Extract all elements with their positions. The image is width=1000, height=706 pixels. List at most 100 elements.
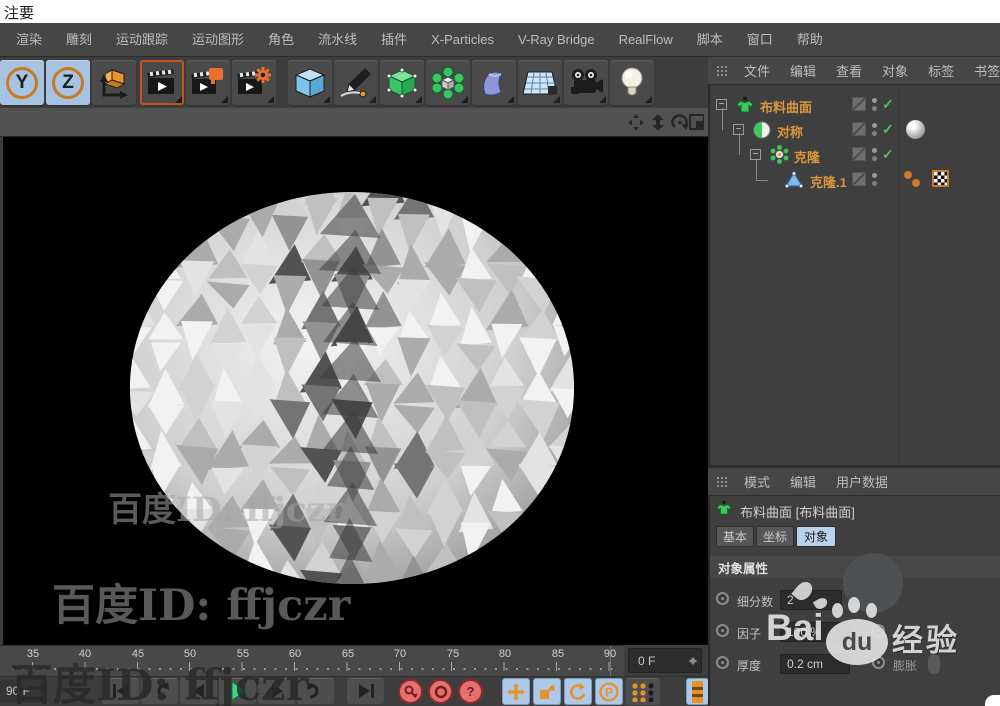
keyframe-circle[interactable] <box>716 592 729 605</box>
viewport-3d[interactable]: 百度ID: ffjczr 百度ID: ffjczr <box>3 137 708 645</box>
prev-key-button[interactable] <box>141 678 178 704</box>
keyframe-circle[interactable] <box>872 624 885 637</box>
factor-field[interactable]: 100 % <box>780 622 850 642</box>
film-options-button[interactable] <box>686 678 709 705</box>
menu-character[interactable]: 角色 <box>256 23 306 56</box>
tab-object[interactable]: 对象 <box>796 526 836 547</box>
visibility-dots[interactable] <box>872 173 877 186</box>
thickness-label: 厚度 <box>737 657 761 674</box>
visibility-dots[interactable] <box>872 148 877 161</box>
om-menu-objects[interactable]: 对象 <box>872 61 918 80</box>
subdivision-field[interactable]: 2 <box>780 590 842 610</box>
goto-start-button[interactable] <box>102 678 139 704</box>
visibility-toggle[interactable] <box>852 172 866 186</box>
cloner-object-icon <box>770 145 789 164</box>
attribute-manager-menubar: 模式 编辑 用户数据 <box>708 468 1000 496</box>
object-name[interactable]: 克隆 <box>794 147 820 166</box>
factor-label: 因子 <box>737 625 761 642</box>
prev-frame-button[interactable] <box>180 678 217 704</box>
current-frame-field[interactable]: 0 F <box>628 648 702 673</box>
visibility-toggle[interactable] <box>852 147 866 161</box>
enabled-check-icon[interactable]: ✓ <box>882 146 894 163</box>
visibility-toggle[interactable] <box>852 97 866 111</box>
om-menu-file[interactable]: 文件 <box>734 61 780 80</box>
checker-display-tag-icon[interactable] <box>932 170 949 187</box>
record-pla-button[interactable] <box>626 678 660 705</box>
menu-motion-tracking[interactable]: 运动跟踪 <box>104 23 180 56</box>
menu-vray-bridge[interactable]: V-Ray Bridge <box>506 23 607 56</box>
timeline-ruler[interactable]: 35 40 45 50 55 60 65 70 75 80 85 90 <box>0 645 624 676</box>
tick-label: 75 <box>447 648 459 660</box>
keyframe-circle[interactable] <box>716 656 729 669</box>
object-manager-menubar: 文件 编辑 查看 对象 标签 书签 <box>708 57 1000 85</box>
menubar: 渲染 雕刻 运动跟踪 运动图形 角色 流水线 插件 X-Particles V-… <box>0 23 1000 57</box>
thickness-value: 0.2 cm <box>787 657 823 671</box>
symmetry-icon <box>753 121 771 139</box>
rotation-icon <box>569 683 587 701</box>
keyframe-circle[interactable] <box>872 656 885 669</box>
loop-button[interactable] <box>297 678 334 704</box>
object-row-cloner[interactable]: − 克隆 ✓ <box>0 143 1000 167</box>
inflate-checkbox[interactable] <box>928 654 940 674</box>
expander-icon[interactable]: − <box>750 149 761 160</box>
frame-spinner[interactable] <box>688 653 697 669</box>
mograph-dots-tag-icon[interactable] <box>904 169 924 189</box>
record-key-button[interactable] <box>398 679 423 704</box>
tick-label: 40 <box>79 648 91 660</box>
object-name[interactable]: 克隆.1 <box>810 172 847 191</box>
pla-dots-icon <box>631 682 655 702</box>
object-name[interactable]: 对称 <box>777 122 803 141</box>
object-row-cloth-surface[interactable]: − 布料曲面 ✓ <box>0 93 1000 117</box>
end-frame-field[interactable]: 90 F <box>0 679 42 703</box>
om-menu-tags[interactable]: 标签 <box>918 61 964 80</box>
record-position-toggle[interactable] <box>502 678 530 705</box>
play-button[interactable] <box>219 678 256 704</box>
menu-pipeline[interactable]: 流水线 <box>306 23 369 56</box>
visibility-dots[interactable] <box>872 98 877 111</box>
om-menu-bookmarks[interactable]: 书签 <box>964 61 1000 80</box>
om-menu-edit[interactable]: 编辑 <box>780 61 826 80</box>
tab-coordinates[interactable]: 坐标 <box>756 526 794 547</box>
visibility-toggle[interactable] <box>852 122 866 136</box>
attr-menu-mode[interactable]: 模式 <box>734 472 780 491</box>
menu-plugins[interactable]: 插件 <box>369 23 419 56</box>
menu-help[interactable]: 帮助 <box>785 23 835 56</box>
enabled-check-icon[interactable]: ✓ <box>882 121 894 138</box>
keyframe-circle[interactable] <box>716 624 729 637</box>
goto-end-button[interactable] <box>347 678 384 704</box>
object-row-symmetry[interactable]: − 对称 ✓ <box>0 118 1000 142</box>
panel-grid-icon[interactable] <box>716 476 730 488</box>
record-rotation-toggle[interactable] <box>564 678 592 705</box>
object-row-clone-1[interactable]: 克隆.1 <box>0 168 1000 192</box>
menu-realflow[interactable]: RealFlow <box>607 23 685 56</box>
visibility-dots[interactable] <box>872 123 877 136</box>
om-menu-view[interactable]: 查看 <box>826 61 872 80</box>
tab-basic[interactable]: 基本 <box>716 526 754 547</box>
tick-label: 80 <box>499 648 511 660</box>
menu-script[interactable]: 脚本 <box>685 23 735 56</box>
menu-mograph[interactable]: 运动图形 <box>180 23 256 56</box>
record-parameter-toggle[interactable]: P <box>595 678 623 705</box>
menu-render[interactable]: 渲染 <box>4 23 54 56</box>
menu-xparticles[interactable]: X-Particles <box>419 23 506 56</box>
panel-grid-icon[interactable] <box>716 65 730 77</box>
end-frame-value: 90 F <box>6 684 30 698</box>
svg-text:P: P <box>605 685 613 699</box>
menu-sculpt[interactable]: 雕刻 <box>54 23 104 56</box>
object-name[interactable]: 布料曲面 <box>760 97 812 116</box>
thickness-field[interactable]: 0.2 cm <box>780 654 850 674</box>
record-scale-toggle[interactable] <box>533 678 561 705</box>
menu-window[interactable]: 窗口 <box>735 23 785 56</box>
object-properties-header[interactable]: 对象属性 <box>710 556 1000 578</box>
attr-menu-userdata[interactable]: 用户数据 <box>826 472 898 491</box>
next-frame-button[interactable] <box>258 678 295 704</box>
record-ring-button[interactable] <box>428 679 453 704</box>
attr-menu-edit[interactable]: 编辑 <box>780 472 826 491</box>
enabled-check-icon[interactable]: ✓ <box>882 96 894 113</box>
next-frame-icon <box>266 682 288 700</box>
material-tag-icon[interactable] <box>906 120 925 139</box>
record-help-button[interactable]: ? <box>458 679 483 704</box>
film-strip-icon <box>691 681 704 703</box>
selected-object-title: 布料曲面 [布料曲面] <box>740 502 855 521</box>
current-frame-value: 0 F <box>638 654 655 668</box>
